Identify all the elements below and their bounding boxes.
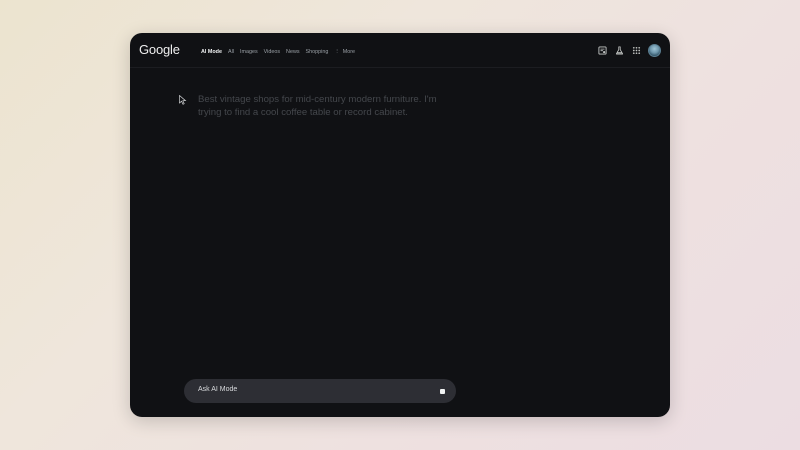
- mouse-cursor-icon: [179, 92, 187, 105]
- tab-news[interactable]: News: [286, 49, 299, 55]
- more-vert-icon: ⋮: [334, 48, 340, 55]
- tab-all[interactable]: All: [228, 49, 234, 55]
- google-logo[interactable]: Google: [139, 42, 180, 57]
- user-query: Best vintage shops for mid-century moder…: [198, 94, 437, 118]
- tab-ai-mode[interactable]: AI Mode: [201, 49, 222, 55]
- search-nav: AI Mode All Images Videos News Shopping …: [201, 47, 361, 57]
- more-menu[interactable]: ⋮ More: [334, 49, 361, 55]
- header-actions: [591, 44, 661, 57]
- apps-grid-icon[interactable]: [631, 45, 642, 56]
- history-icon[interactable]: [597, 45, 608, 56]
- account-avatar[interactable]: [648, 44, 661, 57]
- tab-shopping[interactable]: Shopping: [306, 49, 329, 55]
- ask-input-placeholder: Ask AI Mode: [198, 386, 238, 393]
- browser-window: Google AI Mode All Images Videos News Sh…: [130, 33, 670, 417]
- ask-ai-mode-input[interactable]: Ask AI Mode: [184, 379, 456, 403]
- stop-button[interactable]: [434, 383, 450, 399]
- top-bar: Google AI Mode All Images Videos News Sh…: [130, 33, 670, 68]
- tab-videos[interactable]: Videos: [264, 49, 280, 55]
- stop-icon: [439, 388, 445, 394]
- tab-images[interactable]: Images: [240, 49, 258, 55]
- lab-flask-icon[interactable]: [614, 45, 625, 56]
- more-label: More: [342, 49, 355, 55]
